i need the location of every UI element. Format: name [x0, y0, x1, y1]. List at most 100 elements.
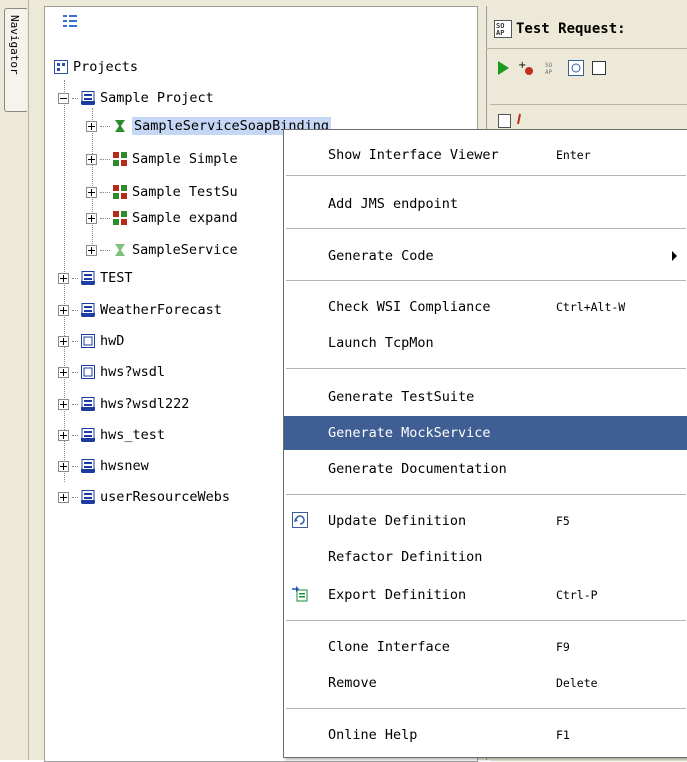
tree-item-testsuite[interactable]: Sample TestSu — [86, 181, 238, 203]
collapse-toggle-icon[interactable] — [58, 92, 69, 104]
collapse-all-icon[interactable] — [62, 14, 78, 28]
interface-icon — [115, 244, 125, 256]
editor-tab-icon[interactable] — [498, 112, 528, 128]
navigator-tab-label: Navigator — [8, 15, 21, 75]
tree-item-project[interactable]: hwsnew — [58, 455, 149, 477]
project-closed-icon — [81, 365, 95, 379]
expand-toggle-icon[interactable] — [58, 491, 69, 503]
refresh-icon[interactable] — [568, 60, 584, 76]
context-menu: Show Interface Viewer Enter Add JMS endp… — [283, 129, 687, 758]
menu-item-launch-tcpmon[interactable]: Launch TcpMon — [284, 326, 687, 360]
project-icon — [81, 91, 95, 105]
menu-item-refactor-definition[interactable]: Refactor Definition — [284, 540, 687, 574]
expand-toggle-icon[interactable] — [58, 272, 69, 284]
editor-title-text: Test Request: — [516, 21, 626, 37]
tree-item-project[interactable]: hws?wsdl — [58, 361, 165, 383]
menu-item-update-definition[interactable]: Update Definition F5 — [284, 504, 687, 538]
menu-item-show-interface-viewer[interactable]: Show Interface Viewer Enter — [284, 138, 687, 172]
expand-toggle-icon[interactable] — [86, 153, 97, 165]
editor-title: SO AP Test Request: — [494, 16, 626, 42]
tree-item-project[interactable]: TEST — [58, 267, 133, 289]
menu-item-generate-code[interactable]: Generate Code — [284, 239, 687, 273]
expand-toggle-icon[interactable] — [86, 186, 97, 198]
tree-item-testsuite[interactable]: Sample Simple — [86, 148, 238, 170]
tree-item-project[interactable]: WeatherForecast — [58, 299, 222, 321]
menu-item-generate-testsuite[interactable]: Generate TestSuite — [284, 380, 687, 414]
left-dock-strip — [0, 0, 29, 760]
project-closed-icon — [81, 334, 95, 348]
menu-item-shortcut: Ctrl-P — [556, 588, 598, 602]
expand-toggle-icon[interactable] — [58, 366, 69, 378]
tree-item-label: Sample TestSu — [132, 184, 238, 200]
menu-item-clone-interface[interactable]: Clone Interface F9 — [284, 630, 687, 664]
project-icon — [81, 459, 95, 473]
svg-text:AP: AP — [496, 29, 504, 37]
expand-toggle-icon[interactable] — [86, 244, 97, 256]
menu-item-generate-documentation[interactable]: Generate Documentation — [284, 452, 687, 486]
tree-item-project[interactable]: hws_test — [58, 424, 165, 446]
menu-item-label: Generate Code — [328, 248, 434, 264]
menu-item-shortcut: F9 — [556, 640, 570, 654]
menu-item-shortcut: F1 — [556, 728, 570, 742]
tree-item-label: hws_test — [100, 427, 166, 443]
svg-text:+: + — [518, 60, 526, 71]
tree-item-interface[interactable]: SampleService — [86, 239, 238, 261]
tree-item-sample-project[interactable]: Sample Project — [58, 87, 214, 109]
menu-separator — [286, 280, 686, 281]
tree-item-project[interactable]: userResourceWebs — [58, 486, 230, 508]
project-icon — [81, 271, 95, 285]
checkbox-icon[interactable] — [592, 61, 606, 75]
submenu-arrow-icon — [672, 251, 677, 261]
menu-item-label: Export Definition — [328, 587, 467, 603]
soap-icon: SO AP — [494, 20, 512, 38]
svg-text:AP: AP — [545, 69, 553, 76]
menu-item-shortcut: Ctrl+Alt-W — [556, 300, 626, 314]
menu-item-remove[interactable]: Remove Delete — [284, 666, 687, 700]
menu-item-label: Clone Interface — [328, 639, 450, 655]
tree-item-label: userResourceWebs — [100, 489, 231, 505]
expand-toggle-icon[interactable] — [86, 120, 97, 132]
tree-item-label: hws?wsdl222 — [100, 396, 190, 412]
expand-toggle-icon[interactable] — [58, 335, 69, 347]
menu-item-label: Generate MockService — [328, 425, 491, 441]
tree-root[interactable]: Projects — [54, 56, 138, 78]
menu-item-export-definition[interactable]: Export Definition Ctrl-P — [284, 578, 687, 612]
project-icon — [81, 397, 95, 411]
testsuite-icon — [113, 185, 127, 199]
menu-separator — [286, 175, 686, 176]
tree-item-label: Sample expand — [132, 210, 238, 226]
export-icon — [292, 586, 308, 602]
expand-toggle-icon[interactable] — [58, 429, 69, 441]
menu-item-label: Show Interface Viewer — [328, 147, 499, 163]
run-icon[interactable] — [496, 60, 510, 76]
projects-icon — [54, 60, 68, 74]
menu-item-label: Add JMS endpoint — [328, 196, 459, 212]
tree-item-label: hwsnew — [100, 458, 149, 474]
menu-separator — [286, 708, 686, 709]
navigator-tab[interactable]: Navigator — [4, 8, 27, 112]
expand-toggle-icon[interactable] — [58, 460, 69, 472]
expand-toggle-icon[interactable] — [58, 398, 69, 410]
menu-item-check-wsi-compliance[interactable]: Check WSI Compliance Ctrl+Alt-W — [284, 290, 687, 324]
tree-item-project[interactable]: hwD — [58, 330, 124, 352]
expand-toggle-icon[interactable] — [86, 212, 97, 224]
menu-item-label: Generate TestSuite — [328, 389, 475, 405]
add-assertion-icon[interactable]: + — [518, 60, 536, 76]
menu-separator — [286, 620, 686, 621]
menu-item-shortcut: Delete — [556, 676, 598, 690]
menu-item-label: Generate Documentation — [328, 461, 507, 477]
menu-item-online-help[interactable]: Online Help F1 — [284, 718, 687, 752]
interface-icon — [115, 120, 125, 132]
menu-item-generate-mockservice[interactable]: Generate MockService — [284, 416, 687, 450]
tree-item-testsuite[interactable]: Sample expand — [86, 207, 238, 229]
editor-toolbar: + SO AP — [496, 60, 606, 76]
expand-toggle-icon[interactable] — [58, 304, 69, 316]
svg-text:SO: SO — [545, 62, 553, 69]
tree-item-project[interactable]: hws?wsdl222 — [58, 393, 189, 415]
soap-icon[interactable]: SO AP — [544, 60, 560, 76]
project-icon — [81, 490, 95, 504]
testsuite-icon — [113, 152, 127, 166]
tree-item-label: TEST — [100, 270, 133, 286]
menu-item-add-jms-endpoint[interactable]: Add JMS endpoint — [284, 187, 687, 221]
menu-item-shortcut: F5 — [556, 514, 570, 528]
